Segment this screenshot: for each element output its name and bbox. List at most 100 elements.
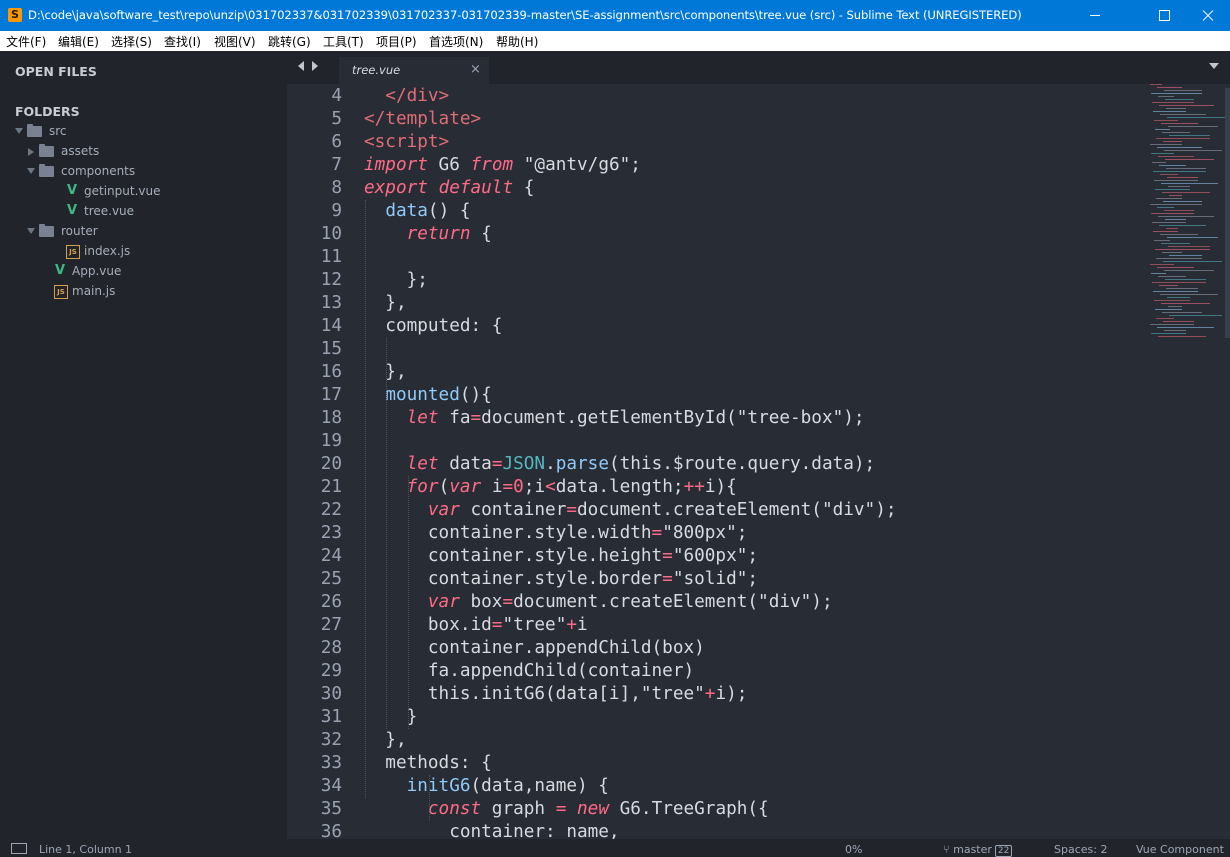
minimap-line bbox=[1152, 282, 1206, 283]
close-tab-icon[interactable]: × bbox=[470, 62, 481, 77]
collapsed-arrow-icon[interactable] bbox=[28, 148, 34, 156]
expanded-arrow-icon[interactable] bbox=[27, 168, 35, 174]
branch-icon: ⑂ bbox=[943, 843, 954, 856]
menu-item[interactable]: 帮助(H) bbox=[496, 33, 538, 50]
minimap-line bbox=[1164, 150, 1222, 151]
minimap-line bbox=[1157, 87, 1182, 88]
code-token: new bbox=[577, 799, 609, 819]
folder-icon bbox=[39, 224, 54, 237]
menu-item[interactable]: 跳转(G) bbox=[268, 33, 311, 50]
menu-item[interactable]: 查找(I) bbox=[164, 33, 201, 50]
code-token: "tree-box" bbox=[736, 408, 844, 428]
expanded-arrow-icon[interactable] bbox=[15, 128, 23, 134]
tree-label: router bbox=[61, 224, 98, 238]
panel-toggle-icon[interactable] bbox=[11, 843, 27, 854]
previous-tab-arrow-icon[interactable] bbox=[298, 61, 304, 71]
menu-item[interactable]: 选择(S) bbox=[111, 33, 152, 50]
code-token: + bbox=[566, 615, 578, 635]
menu-item[interactable]: 首选项(N) bbox=[429, 33, 483, 50]
minimize-button[interactable] bbox=[1072, 0, 1118, 31]
menu-item[interactable]: 编辑(E) bbox=[58, 33, 99, 50]
file-item[interactable]: Vgetinput.vue bbox=[0, 182, 287, 202]
minimap-line bbox=[1168, 186, 1190, 187]
line-number: 6 bbox=[331, 132, 342, 152]
minimap-line bbox=[1166, 288, 1198, 289]
minimap-line bbox=[1156, 258, 1202, 259]
file-item[interactable]: Vtree.vue bbox=[0, 202, 287, 222]
folder-item[interactable]: src bbox=[0, 122, 287, 142]
line-number: 31 bbox=[320, 707, 342, 727]
code-token: box bbox=[459, 592, 503, 612]
line-number: 4 bbox=[331, 86, 342, 106]
line-number: 32 bbox=[320, 730, 342, 750]
file-item[interactable]: JS main.js bbox=[0, 282, 287, 302]
menu-item[interactable]: 视图(V) bbox=[214, 33, 256, 50]
file-item[interactable]: V App.vue bbox=[0, 262, 287, 282]
minimap-line bbox=[1167, 297, 1190, 298]
line-number: 20 bbox=[320, 454, 342, 474]
code-token: ; bbox=[630, 155, 641, 175]
line-number: 8 bbox=[331, 178, 342, 198]
minimap-line bbox=[1162, 192, 1210, 193]
code-token: "800px" bbox=[662, 523, 737, 543]
folder-item[interactable]: assets bbox=[0, 142, 287, 162]
minimap-line bbox=[1166, 108, 1186, 109]
close-window-button[interactable] bbox=[1184, 0, 1230, 31]
code-line: container.appendChild(box) bbox=[364, 637, 705, 660]
maximize-button[interactable] bbox=[1141, 0, 1187, 31]
vue-file-icon: V bbox=[67, 203, 78, 218]
code-token: fa bbox=[438, 408, 471, 428]
code-token: i bbox=[481, 477, 503, 497]
menu-item[interactable]: 工具(T) bbox=[323, 33, 364, 50]
menu-item[interactable]: 项目(P) bbox=[376, 33, 417, 50]
indent-guide bbox=[429, 775, 431, 821]
minimap-line bbox=[1167, 237, 1218, 238]
minimap[interactable] bbox=[1147, 84, 1230, 344]
line-number: 9 bbox=[331, 201, 342, 221]
expanded-arrow-icon[interactable] bbox=[27, 228, 35, 234]
code-token: fa.appendChild(container) bbox=[364, 661, 695, 681]
minimap-line bbox=[1154, 120, 1178, 121]
code-token: i bbox=[577, 615, 588, 635]
code-line: }, bbox=[364, 729, 406, 752]
code-token: "solid" bbox=[672, 569, 748, 589]
code-token: = bbox=[491, 454, 503, 474]
next-tab-arrow-icon[interactable] bbox=[312, 61, 318, 71]
vertical-scrollbar[interactable] bbox=[1225, 88, 1230, 338]
minimap-line bbox=[1160, 294, 1218, 295]
minimap-line bbox=[1154, 300, 1190, 301]
indentation-setting[interactable]: Spaces: 2 bbox=[1054, 843, 1107, 856]
code-editor[interactable]: 4 5 6 7 8 9 10 11 12 13 14 15 16 17 18 19 20 21 22 23 24 25 26… bbox=[287, 84, 1230, 839]
minimap-line bbox=[1150, 144, 1182, 145]
code-token: }, bbox=[364, 362, 407, 382]
code-line: container.style.border="solid"; bbox=[364, 568, 758, 591]
line-number: 28 bbox=[320, 638, 342, 658]
tab-list-dropdown-icon[interactable] bbox=[1209, 63, 1219, 69]
folder-item[interactable]: components bbox=[0, 162, 287, 182]
git-branch[interactable]: ⑂ master 22 bbox=[943, 843, 1013, 857]
file-item[interactable]: JS index.js bbox=[0, 242, 287, 262]
code-token: initG6 bbox=[406, 776, 471, 796]
syntax-setting[interactable]: Vue Component bbox=[1136, 843, 1224, 856]
code-token: document.createElement( bbox=[577, 500, 822, 520]
code-token: const bbox=[427, 799, 482, 819]
menu-item[interactable]: 文件(F) bbox=[6, 33, 46, 50]
minimap-line bbox=[1161, 243, 1190, 244]
code-token: "@antv/g6" bbox=[523, 155, 631, 175]
code-token: ); bbox=[875, 500, 897, 520]
tab-tree-vue[interactable]: tree.vue × bbox=[339, 57, 489, 84]
code-line: }, bbox=[364, 361, 407, 384]
minimap-line bbox=[1163, 201, 1202, 202]
minimap-line bbox=[1161, 123, 1198, 124]
title-bar: S D:\code\java\software_test\repo\unzip\… bbox=[0, 0, 1230, 31]
folder-item[interactable]: router bbox=[0, 222, 287, 242]
minimap-line bbox=[1163, 321, 1194, 322]
line-number: 34 bbox=[320, 776, 342, 796]
minimap-line bbox=[1165, 99, 1194, 100]
minimap-line bbox=[1160, 234, 1198, 235]
line-number: 30 bbox=[320, 684, 342, 704]
